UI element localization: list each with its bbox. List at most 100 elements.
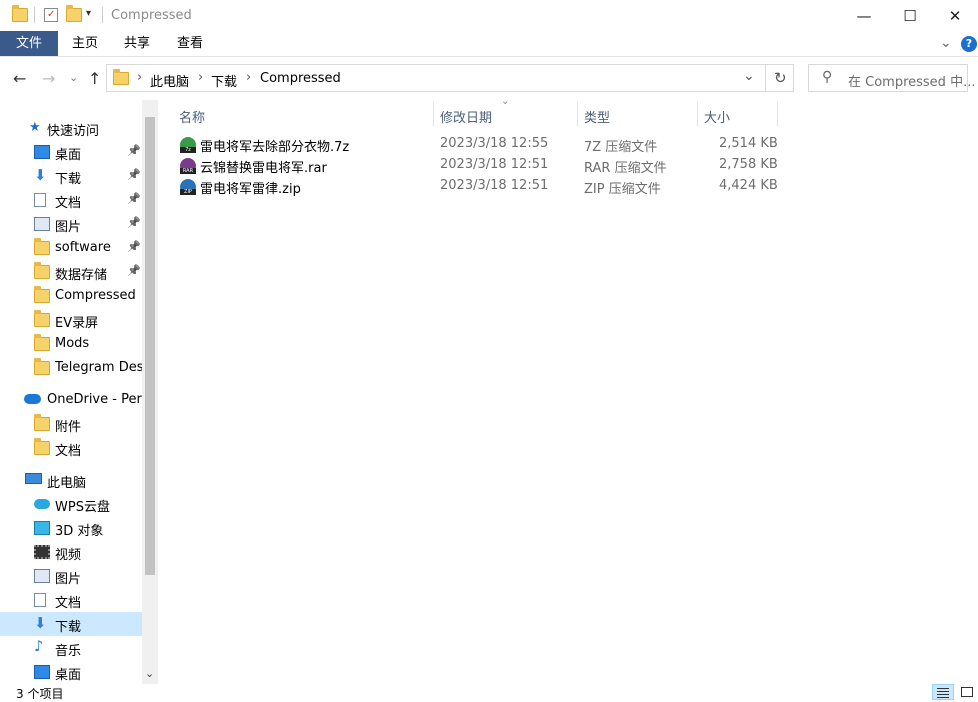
music-icon: ♪ <box>34 637 44 655</box>
up-button[interactable]: ↑ <box>88 69 101 88</box>
sidebar-item-pc-2[interactable]: 视频 <box>0 540 142 564</box>
sidebar-item-quick-5[interactable]: 数据存储 📌 <box>0 260 142 284</box>
properties-icon[interactable]: ✓ <box>44 8 58 22</box>
sidebar-item-pc-5[interactable]: ⬇ 下载 <box>0 612 142 636</box>
address-dropdown-icon[interactable]: ⌄ <box>743 68 755 84</box>
file-row[interactable]: RAR 云锦替换雷电将军.rar 2023/3/18 12:51 RAR 压缩文件 2,… <box>176 155 786 176</box>
sidebar-item-quick-0[interactable]: 桌面 📌 <box>0 140 142 164</box>
sort-indicator-icon: ⌄ <box>501 96 510 107</box>
picture-icon <box>34 569 50 583</box>
sidebar-item-quick-9[interactable]: Telegram Desk <box>0 356 151 380</box>
tab-file[interactable]: 文件 <box>0 31 58 56</box>
3d-objects-icon <box>34 521 50 535</box>
sidebar-label: 桌面 <box>55 668 82 683</box>
sidebar-item-quick-2[interactable]: 文档 📌 <box>0 188 142 212</box>
file-name: 雷电将军雷律.zip <box>200 182 301 197</box>
sidebar-this-pc[interactable]: 此电脑 <box>0 468 142 492</box>
folder-icon <box>113 69 129 85</box>
sidebar-label: 视频 <box>55 548 82 563</box>
search-input[interactable]: 在 Compressed 中... <box>848 71 975 90</box>
folder-icon <box>34 310 50 327</box>
sidebar-quick-access[interactable]: ★ 快速访问 <box>0 116 142 140</box>
folder-icon <box>34 286 50 303</box>
details-view-button[interactable] <box>932 684 954 700</box>
forward-button[interactable]: → <box>42 69 55 88</box>
sidebar-item-pc-6[interactable]: ♪ 音乐 <box>0 636 142 660</box>
column-header-type[interactable]: 类型 <box>584 107 610 126</box>
scroll-down-icon[interactable]: ⌄ <box>145 667 154 680</box>
refresh-icon[interactable]: ↻ <box>774 69 787 87</box>
folder-icon <box>34 358 50 375</box>
minimize-button[interactable]: — <box>841 0 887 31</box>
pin-icon: 📌 <box>127 168 141 181</box>
column-divider[interactable] <box>433 102 434 126</box>
column-divider[interactable] <box>697 102 698 126</box>
file-row[interactable]: ZIP 雷电将军雷律.zip 2023/3/18 12:51 ZIP 压缩文件 4,42… <box>176 176 786 197</box>
customize-quick-access-icon[interactable]: ▾ <box>86 8 91 19</box>
close-button[interactable]: ✕ <box>932 0 978 31</box>
folder-icon <box>12 5 28 22</box>
column-header-date[interactable]: 修改日期 <box>440 107 492 126</box>
sidebar-item-quick-8[interactable]: Mods <box>0 332 142 356</box>
breadcrumb-this-pc[interactable]: 此电脑 <box>150 71 189 90</box>
help-icon[interactable]: ? <box>961 36 977 52</box>
sidebar-label: 附件 <box>55 420 82 435</box>
sidebar-item-quick-4[interactable]: software 📌 <box>0 236 142 260</box>
address-bar[interactable]: › 此电脑 › 下载 › Compressed ⌄ ↻ <box>106 64 794 92</box>
column-header-size[interactable]: 大小 <box>704 107 730 126</box>
file-size: 2,514 KB <box>719 136 778 151</box>
sidebar-item-pc-0[interactable]: WPS云盘 <box>0 492 142 516</box>
sidebar-onedrive[interactable]: OneDrive - Perso <box>0 388 157 412</box>
column-divider[interactable] <box>777 102 778 126</box>
scrollbar-thumb[interactable] <box>145 117 155 575</box>
sidebar-label: 文档 <box>55 596 82 611</box>
pin-icon: 📌 <box>127 192 141 205</box>
sidebar-label: 文档 <box>55 444 82 459</box>
new-folder-icon[interactable] <box>66 5 82 22</box>
large-icons-view-button[interactable] <box>958 684 976 700</box>
cloud-icon <box>34 499 50 509</box>
file-size: 4,424 KB <box>719 178 778 193</box>
breadcrumb-separator: › <box>246 70 252 85</box>
column-divider[interactable] <box>577 102 578 126</box>
breadcrumb-separator: › <box>137 70 143 85</box>
file-size: 2,758 KB <box>719 157 778 172</box>
file-row[interactable]: 7z 雷电将军去除部分衣物.7z 2023/3/18 12:55 7Z 压缩文件 2,5… <box>176 134 786 155</box>
zip-archive-icon: ZIP <box>180 179 196 195</box>
tab-view[interactable]: 查看 <box>167 31 213 56</box>
column-header-name[interactable]: 名称 <box>179 107 205 126</box>
maximize-button[interactable]: ☐ <box>887 0 933 31</box>
tab-home[interactable]: 主页 <box>62 31 108 56</box>
sidebar-item-pc-1[interactable]: 3D 对象 <box>0 516 142 540</box>
sidebar-item-pc-4[interactable]: 文档 <box>0 588 142 612</box>
sidebar-item-pc-7[interactable]: 桌面 <box>0 660 142 684</box>
expand-ribbon-icon[interactable]: ⌄ <box>940 35 952 51</box>
sidebar-item-onedrive-documents[interactable]: 文档 <box>0 436 142 460</box>
breadcrumb-compressed[interactable]: Compressed <box>260 71 341 86</box>
navigation-pane: ★ 快速访问 桌面 📌 ⬇ 下载 📌 文档 📌 图片 📌 software 📌 数据存储 📌 Compre… <box>0 100 158 684</box>
sidebar-item-onedrive-attachments[interactable]: 附件 <box>0 412 142 436</box>
search-box[interactable]: ⚲ 在 Compressed 中... <box>808 64 975 92</box>
folder-icon <box>34 238 50 255</box>
sidebar-label: 3D 对象 <box>55 524 104 539</box>
item-count: 3 个项目 <box>16 687 64 701</box>
breadcrumb-downloads[interactable]: 下载 <box>211 71 237 90</box>
7z-archive-icon: 7z <box>180 137 196 153</box>
sidebar-label: Compressed <box>55 288 136 303</box>
sidebar-label: 音乐 <box>55 644 82 659</box>
rar-archive-icon: RAR <box>180 158 196 174</box>
sidebar-item-quick-3[interactable]: 图片 📌 <box>0 212 142 236</box>
sidebar-label: WPS云盘 <box>55 500 110 515</box>
sidebar-item-pc-3[interactable]: 图片 <box>0 564 142 588</box>
back-button[interactable]: ← <box>13 69 26 88</box>
sidebar-item-quick-1[interactable]: ⬇ 下载 📌 <box>0 164 142 188</box>
tab-share[interactable]: 共享 <box>114 31 160 56</box>
recent-locations-button[interactable]: ⌄ <box>69 71 78 84</box>
pin-icon: 📌 <box>127 264 141 277</box>
sidebar-item-quick-7[interactable]: EV录屏 <box>0 308 142 332</box>
close-icon: ✕ <box>948 6 962 25</box>
sidebar-item-quick-6[interactable]: Compressed <box>0 284 142 308</box>
pin-icon: 📌 <box>127 240 141 253</box>
folder-icon <box>34 262 50 279</box>
pin-icon: 📌 <box>127 216 141 229</box>
